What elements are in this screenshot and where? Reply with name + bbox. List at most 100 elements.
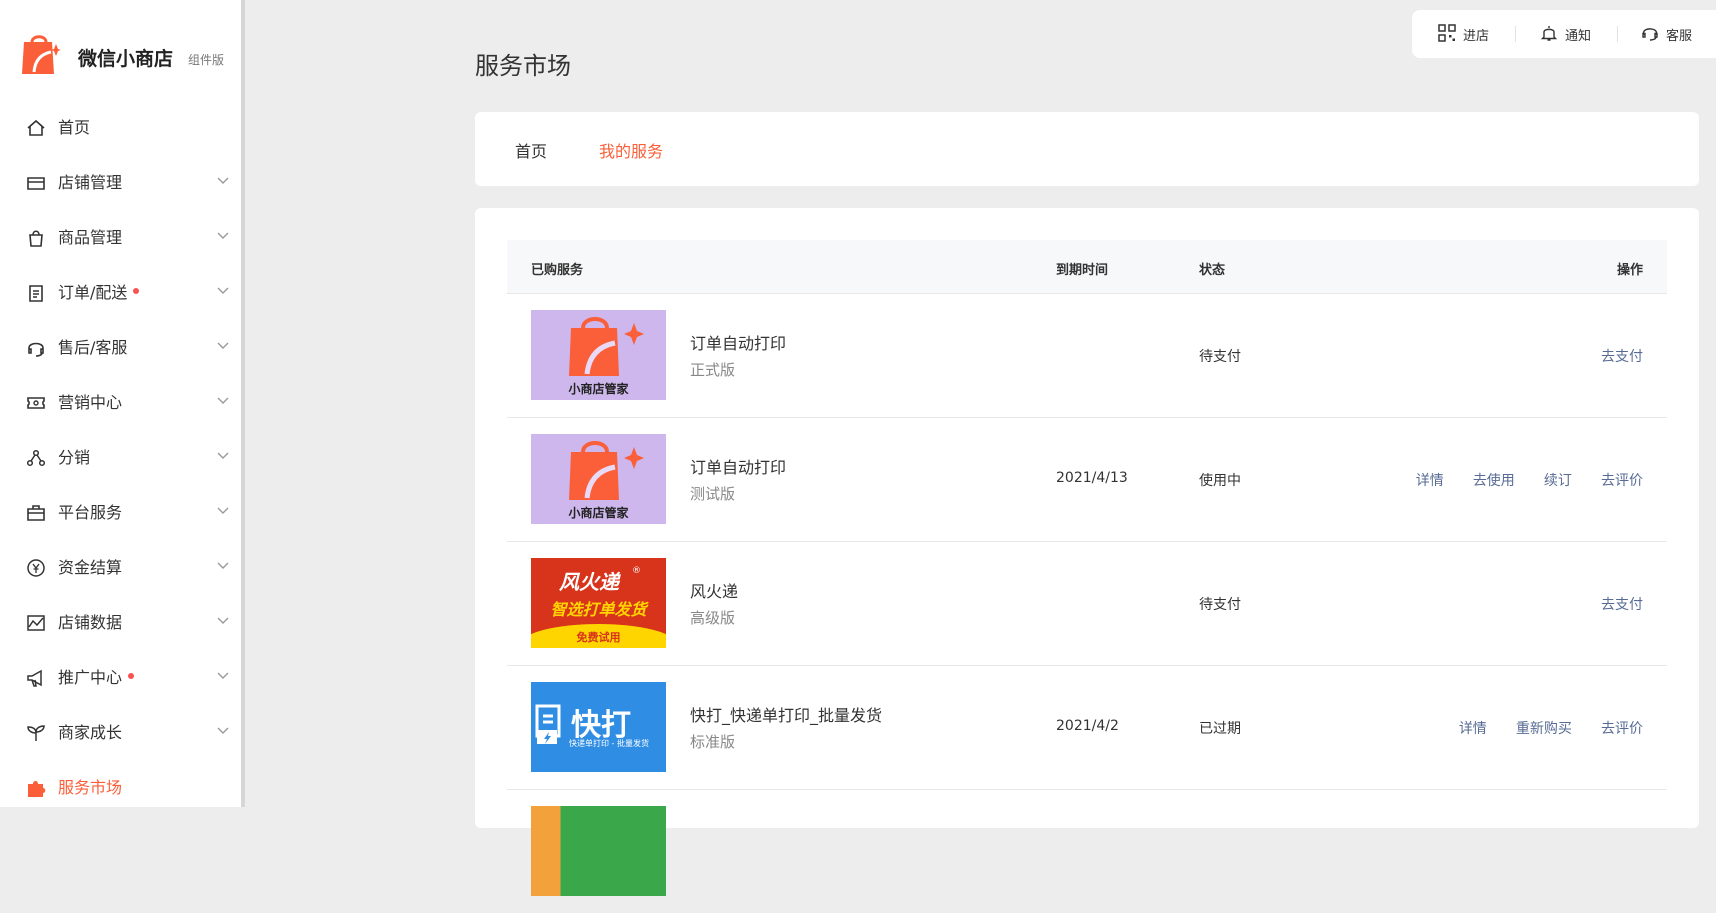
thumbnail-caption: 快递单打印 - 批量发货 (569, 739, 649, 748)
divider (1617, 26, 1618, 42)
sidebar-item-label: 服务市场 (58, 778, 123, 797)
expire-date: 2021/4/2 (1056, 718, 1119, 734)
customer-service-button[interactable]: 客服 (1641, 22, 1701, 46)
use-link[interactable]: 去使用 (1473, 473, 1515, 489)
chevron-down-icon (217, 617, 229, 624)
chevron-down-icon (217, 562, 229, 569)
status-text: 已过期 (1199, 721, 1241, 737)
sidebar-item-distribution[interactable]: 分销 (0, 431, 241, 486)
customer-service-label: 客服 (1666, 29, 1693, 44)
sidebar-item-service-market[interactable]: 服务市场 (0, 761, 241, 816)
service-thumbnail: 风火递 ® 智选打单发货 免费试用 (531, 558, 666, 648)
sidebar-item-home[interactable]: 首页 (0, 101, 241, 156)
service-name: 订单自动打印 (690, 334, 787, 353)
sidebar-item-aftersale[interactable]: 售后/客服 (0, 321, 241, 376)
thumbnail-caption: 小商店管家 (568, 506, 629, 520)
brand[interactable]: 微信小商店 组件版 (21, 32, 236, 76)
qr-code-icon (1438, 24, 1456, 42)
table-row: 快打 快递单打印 - 批量发货 快打_快递单打印_批量发货 标准版 2021/4… (507, 666, 1667, 790)
status-text: 待支付 (1199, 349, 1241, 365)
notification-dot (128, 672, 135, 679)
notification-dot (133, 287, 140, 294)
header-expire: 到期时间 (1056, 263, 1109, 278)
page-title: 服务市场 (475, 52, 571, 80)
sidebar-item-label: 店铺数据 (58, 613, 123, 632)
puzzle-icon (28, 781, 46, 797)
brand-tag: 组件版 (188, 53, 225, 67)
divider (1515, 26, 1516, 42)
sidebar-item-label: 商家成长 (58, 723, 123, 742)
status-text: 使用中 (1199, 473, 1241, 489)
sidebar-item-label: 首页 (58, 118, 91, 137)
expire-date: 2021/4/13 (1056, 470, 1128, 486)
top-toolbar: 进店 通知 客服 (1412, 10, 1716, 58)
home-icon (27, 119, 45, 136)
sprout-icon (27, 725, 45, 741)
chevron-down-icon (217, 727, 229, 734)
service-version: 测试版 (690, 485, 736, 503)
service-name: 订单自动打印 (690, 458, 787, 477)
sidebar-item-products[interactable]: 商品管理 (0, 211, 241, 266)
sidebar-item-label: 资金结算 (58, 558, 123, 577)
sidebar-item-marketing[interactable]: 营销中心 (0, 376, 241, 431)
notify-label: 通知 (1565, 29, 1592, 44)
service-name: 风火递 (690, 582, 739, 601)
details-link[interactable]: 详情 (1416, 473, 1444, 489)
row-actions: 详情 重新购买 去评价 (1435, 718, 1643, 738)
sidebar-item-label: 营销中心 (58, 393, 123, 412)
sidebar-item-promotion[interactable]: 推广中心 (0, 651, 241, 706)
sidebar-nav: 首页 店铺管理 商品管理 订单/配送 售后/客服 营销中心 分销 平台服务 资金… (0, 101, 241, 816)
briefcase-icon (27, 505, 45, 521)
sidebar-item-platform[interactable]: 平台服务 (0, 486, 241, 541)
sidebar-item-label: 平台服务 (58, 503, 123, 522)
details-link[interactable]: 详情 (1459, 721, 1487, 737)
chevron-down-icon (217, 232, 229, 239)
sidebar-item-store[interactable]: 店铺管理 (0, 156, 241, 211)
table-header: 已购服务 到期时间 状态 操作 (507, 240, 1667, 294)
shop-bag-logo-icon (22, 35, 61, 74)
service-thumbnail: 小商店管家 (531, 310, 666, 400)
headset-icon (28, 342, 44, 357)
chevron-down-icon (217, 507, 229, 514)
sidebar-item-label: 推广中心 (58, 668, 135, 688)
sidebar-item-label: 店铺管理 (58, 173, 123, 192)
sidebar-item-label: 订单/配送 (58, 283, 140, 303)
pay-link[interactable]: 去支付 (1601, 349, 1643, 365)
tab-home[interactable]: 首页 (515, 138, 547, 162)
service-version: 标准版 (690, 733, 736, 751)
row-actions: 去支付 (1577, 346, 1643, 366)
tab-my-services[interactable]: 我的服务 (599, 138, 663, 162)
thumbnail-badge: 免费试用 (576, 631, 621, 644)
sidebar-item-label: 分销 (58, 448, 91, 467)
thumbnail-slogan: 智选打单发货 (550, 600, 647, 619)
printer-logo-icon (535, 704, 561, 744)
thumbnail-caption: 小商店管家 (568, 382, 629, 396)
bell-icon (1540, 26, 1558, 41)
sidebar-item-label: 商品管理 (58, 228, 123, 247)
sidebar-item-growth[interactable]: 商家成长 (0, 706, 241, 761)
chart-icon (27, 615, 45, 631)
share-nodes-icon (26, 449, 46, 467)
service-name: 快打_快递单打印_批量发货 (690, 706, 883, 725)
enter-store-label: 进店 (1463, 29, 1490, 44)
table-row: 小商店管家 订单自动打印 测试版 2021/4/13 使用中 详情 去使用 续订… (507, 418, 1667, 542)
review-link[interactable]: 去评价 (1601, 721, 1643, 737)
enter-store-button[interactable]: 进店 (1438, 22, 1498, 46)
table-row (507, 790, 1667, 913)
sidebar-item-orders[interactable]: 订单/配送 (0, 266, 241, 321)
renew-link[interactable]: 续订 (1544, 473, 1572, 489)
notify-button[interactable]: 通知 (1540, 22, 1600, 46)
row-actions: 去支付 (1577, 594, 1643, 614)
chevron-down-icon (217, 177, 229, 184)
services-table: 已购服务 到期时间 状态 操作 小商店管家 订单自动打印 正式版 待支付 去支付 (475, 208, 1699, 896)
rebuy-link[interactable]: 重新购买 (1516, 721, 1572, 737)
chevron-down-icon (217, 397, 229, 404)
table-row: 小商店管家 订单自动打印 正式版 待支付 去支付 (507, 294, 1667, 418)
sidebar-item-label: 售后/客服 (58, 338, 128, 357)
review-link[interactable]: 去评价 (1601, 473, 1643, 489)
brand-name: 微信小商店 (78, 48, 174, 70)
pay-link[interactable]: 去支付 (1601, 597, 1643, 613)
sidebar-item-data[interactable]: 店铺数据 (0, 596, 241, 651)
service-version: 高级版 (690, 609, 736, 627)
sidebar-item-funds[interactable]: 资金结算 (0, 541, 241, 596)
